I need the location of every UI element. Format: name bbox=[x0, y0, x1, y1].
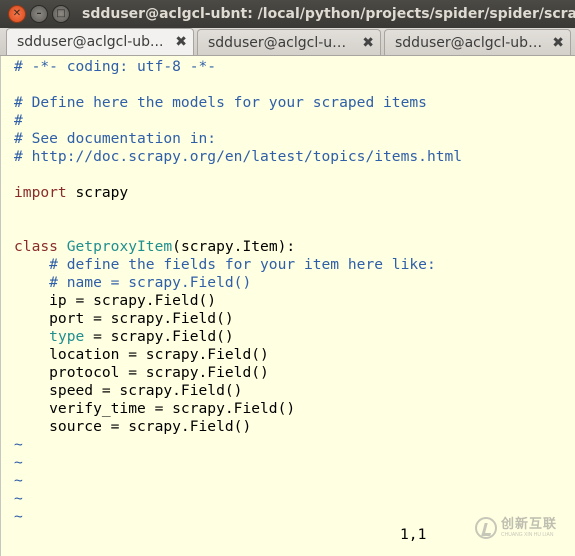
close-window-button[interactable]: ✕ bbox=[8, 5, 26, 23]
code-line: port = scrapy.Field() bbox=[14, 310, 234, 327]
code-line: type = scrapy.Field() bbox=[14, 328, 234, 346]
tab-label: sdduser@aclgcl-ubn... bbox=[208, 34, 355, 51]
empty-line-marker: ~ bbox=[14, 454, 23, 471]
tab-close-icon[interactable]: ✖ bbox=[175, 34, 187, 50]
code-line: source = scrapy.Field() bbox=[14, 418, 252, 435]
tab-terminal-1[interactable]: sdduser@aclgcl-ub... ✖ bbox=[6, 28, 194, 55]
vim-editor[interactable]: # -*- coding: utf-8 -*- # Define here th… bbox=[0, 56, 575, 556]
empty-line-marker: ~ bbox=[14, 490, 23, 507]
code-line: ip = scrapy.Field() bbox=[14, 292, 217, 309]
close-icon: ✕ bbox=[12, 8, 22, 19]
window-title: sdduser@aclgcl-ubnt: /local/python/proje… bbox=[82, 6, 575, 22]
tab-terminal-3[interactable]: sdduser@aclgcl-ubn... ✖ bbox=[384, 29, 571, 55]
code-line: class GetproxyItem(scrapy.Item): bbox=[14, 238, 295, 256]
code-line: # define the fields for your item here l… bbox=[14, 256, 436, 273]
keyword-token: class bbox=[14, 238, 58, 255]
watermark: 创新互联 CHUANG XIN HU LIAN bbox=[475, 517, 557, 539]
maximize-icon: □ bbox=[56, 8, 66, 19]
code-line: # Define here the models for your scrape… bbox=[14, 94, 427, 111]
minimize-icon: – bbox=[36, 8, 42, 19]
class-name-token: GetproxyItem bbox=[57, 238, 173, 255]
code-line: location = scrapy.Field() bbox=[14, 346, 269, 363]
code-line: # http://doc.scrapy.org/en/latest/topics… bbox=[14, 148, 463, 165]
cursor-position: 1,1 bbox=[400, 526, 427, 543]
code-line: # bbox=[14, 112, 23, 129]
code-line: # name = scrapy.Field() bbox=[14, 274, 252, 291]
code-token: = scrapy.Field() bbox=[84, 328, 234, 345]
tab-close-icon[interactable]: ✖ bbox=[552, 35, 564, 51]
watermark-logo-icon bbox=[475, 517, 497, 539]
code-line: import scrapy bbox=[14, 184, 128, 202]
code-line: protocol = scrapy.Field() bbox=[14, 364, 269, 381]
keyword-token: import bbox=[14, 184, 67, 201]
builtin-token: type bbox=[49, 328, 85, 345]
title-bar: ✕ – □ sdduser@aclgcl-ubnt: /local/python… bbox=[0, 0, 575, 28]
tab-close-icon[interactable]: ✖ bbox=[362, 35, 374, 51]
empty-line-marker: ~ bbox=[14, 436, 23, 453]
window-controls: ✕ – □ bbox=[8, 5, 70, 23]
minimize-window-button[interactable]: – bbox=[30, 5, 48, 23]
code-line: # -*- coding: utf-8 -*- bbox=[14, 58, 217, 75]
maximize-window-button[interactable]: □ bbox=[52, 5, 70, 23]
code-line: verify_time = scrapy.Field() bbox=[14, 400, 296, 417]
code-token: scrapy bbox=[66, 184, 129, 201]
tab-label: sdduser@aclgcl-ubn... bbox=[395, 34, 545, 51]
empty-line-marker: ~ bbox=[14, 508, 23, 525]
watermark-sub: CHUANG XIN HU LIAN bbox=[501, 532, 554, 538]
code-line: # See documentation in: bbox=[14, 130, 217, 147]
watermark-text: 创新互联 CHUANG XIN HU LIAN bbox=[501, 518, 557, 538]
empty-line-marker: ~ bbox=[14, 472, 23, 489]
terminal-window: ✕ – □ sdduser@aclgcl-ubnt: /local/python… bbox=[0, 0, 575, 556]
code-line: speed = scrapy.Field() bbox=[14, 382, 243, 399]
code-token: (scrapy.Item): bbox=[172, 238, 296, 255]
tab-terminal-2[interactable]: sdduser@aclgcl-ubn... ✖ bbox=[197, 29, 381, 55]
tab-label: sdduser@aclgcl-ub... bbox=[17, 34, 164, 50]
tab-strip: sdduser@aclgcl-ub... ✖ sdduser@aclgcl-ub… bbox=[0, 28, 575, 56]
watermark-main: 创新互联 bbox=[501, 517, 558, 532]
